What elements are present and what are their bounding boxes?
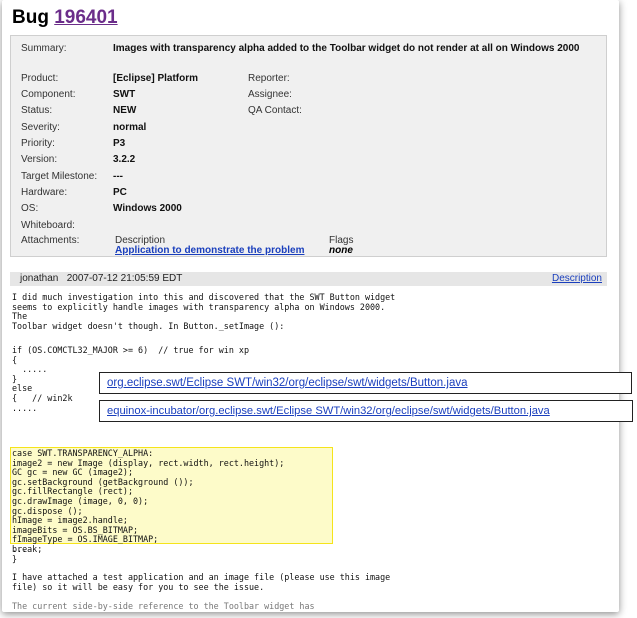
page: Bug 196401 Summary: Images with transpar…	[0, 0, 637, 618]
comment-code-highlighted: case SWT.TRANSPARENCY_ALPHA: image2 = ne…	[12, 448, 285, 554]
comment-outro-text: I have attached a test application and a…	[12, 572, 391, 592]
component-value: SWT	[113, 89, 136, 100]
code-reference-popup-2: equinox-incubator/org.eclipse.swt/Eclips…	[99, 400, 633, 422]
comment-header: jonathan 2007-07-12 21:05:59 EDT Descrip…	[10, 272, 607, 286]
comment-author: jonathan	[20, 273, 59, 284]
version-value: 3.2.2	[113, 154, 136, 165]
version-label: Version:	[21, 154, 58, 165]
target-milestone-label: Target Milestone:	[21, 171, 98, 182]
comment-timestamp: 2007-07-12 21:05:59 EDT	[66, 273, 183, 284]
priority-label: Priority:	[21, 138, 55, 149]
hardware-label: Hardware:	[21, 187, 68, 198]
comment-intro-text: I did much investigation into this and d…	[12, 292, 396, 331]
os-label: OS:	[21, 203, 39, 214]
attachment-flag-value: none	[329, 245, 353, 256]
summary-value: Images with transparency alpha added to …	[113, 43, 580, 54]
severity-value: normal	[113, 122, 147, 133]
component-label: Component:	[21, 89, 76, 100]
title-prefix: Bug	[12, 7, 49, 28]
priority-value: P3	[113, 138, 126, 149]
code-reference-popup-1: org.eclipse.swt/Eclipse SWT/win32/org/ec…	[99, 372, 632, 394]
summary-label: Summary:	[21, 43, 67, 54]
code-reference-link-1[interactable]: org.eclipse.swt/Eclipse SWT/win32/org/ec…	[107, 377, 468, 389]
whiteboard-label: Whiteboard:	[21, 220, 75, 231]
product-label: Product:	[21, 73, 59, 84]
reporter-label: Reporter:	[248, 73, 290, 84]
status-value: NEW	[113, 105, 137, 116]
bug-page-frame: Bug 196401 Summary: Images with transpar…	[2, 0, 619, 612]
attachment-link[interactable]: Application to demonstrate the problem	[115, 244, 304, 257]
comment-author-and-time: jonathan 2007-07-12 21:05:59 EDT	[20, 272, 182, 286]
hardware-value: PC	[113, 187, 127, 198]
target-milestone-value: ---	[113, 171, 123, 182]
severity-label: Severity:	[21, 122, 60, 133]
code-reference-link-2[interactable]: equinox-incubator/org.eclipse.swt/Eclips…	[107, 405, 550, 417]
comment-code-block-2: ... }	[12, 544, 28, 564]
attachments-label: Attachments:	[21, 235, 80, 246]
status-label: Status:	[21, 105, 53, 116]
page-title: Bug 196401	[12, 6, 118, 30]
description-link[interactable]: Description	[552, 272, 602, 286]
product-value: [Eclipse] Platform	[113, 73, 199, 84]
bug-id-link[interactable]: 196401	[54, 7, 117, 28]
comment-cut-off-text: The current side-by-side reference to th…	[12, 601, 315, 611]
qa-contact-label: QA Contact:	[248, 105, 302, 116]
assignee-label: Assignee:	[248, 89, 292, 100]
bug-details-panel: Summary: Images with transparency alpha …	[10, 35, 607, 257]
os-value: Windows 2000	[113, 203, 182, 214]
